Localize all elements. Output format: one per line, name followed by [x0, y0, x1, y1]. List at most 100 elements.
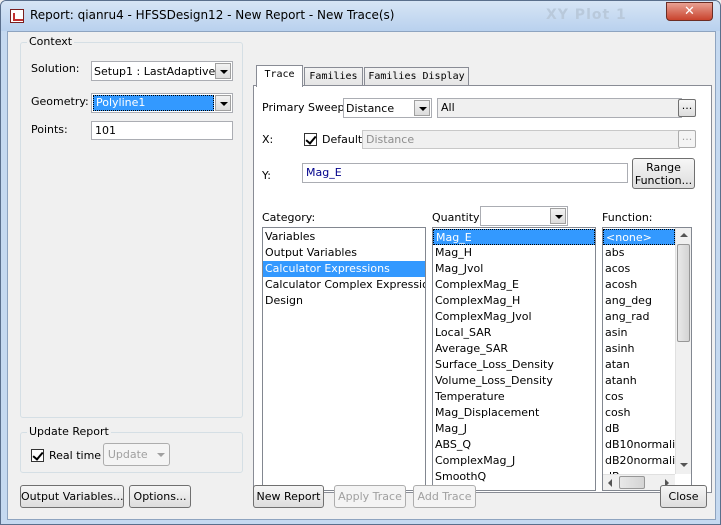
- geometry-value: Polyline1: [93, 95, 214, 111]
- tab-trace[interactable]: Trace: [256, 65, 303, 87]
- horizontal-scrollbar-thumb[interactable]: [619, 476, 645, 489]
- quantity-list-item[interactable]: Surface_Loss_Density: [433, 357, 595, 373]
- chevron-down-icon[interactable]: [550, 208, 566, 224]
- category-items: Variables Output Variables Calculator Expr…: [263, 229, 425, 309]
- primary-sweep-ellipsis-button[interactable]: ...: [678, 99, 696, 117]
- function-list-item[interactable]: asinh: [603, 341, 675, 357]
- window-close-button[interactable]: ✕: [666, 2, 713, 21]
- function-list-item[interactable]: atan: [603, 357, 675, 373]
- function-list-item[interactable]: acosh: [603, 277, 675, 293]
- quantity-list-item[interactable]: Mag_J: [433, 421, 595, 437]
- realtime-label: Real time: [49, 449, 102, 462]
- solution-label: Solution:: [31, 62, 80, 75]
- function-list-item[interactable]: ang_deg: [603, 293, 675, 309]
- quantity-list[interactable]: Mag_E Mag_H Mag_Jvol ComplexMag_E ComplexMag…: [432, 227, 596, 491]
- x-label: X:: [262, 133, 274, 146]
- function-list-item[interactable]: cosh: [603, 405, 675, 421]
- scrollbar-thumb[interactable]: [677, 244, 690, 342]
- scroll-left-icon[interactable]: [603, 475, 618, 490]
- output-variables-label: Output Variables...: [21, 490, 124, 503]
- function-list-item[interactable]: dB: [603, 421, 675, 437]
- new-report-label: New Report: [256, 490, 321, 503]
- update-report-group-label: Update Report: [27, 425, 111, 438]
- chevron-down-icon[interactable]: [215, 95, 231, 111]
- y-expression-value: Mag_E: [306, 166, 342, 179]
- function-list-vertical-scrollbar[interactable]: [675, 228, 691, 474]
- function-list-item[interactable]: asin: [603, 325, 675, 341]
- quantity-list-item[interactable]: Local_SAR: [433, 325, 595, 341]
- quantity-list-item[interactable]: ComplexMag_J: [433, 453, 595, 469]
- update-button[interactable]: Update: [103, 443, 170, 466]
- function-list-item[interactable]: acos: [603, 261, 675, 277]
- apply-trace-label: Apply Trace: [338, 490, 402, 503]
- close-button[interactable]: Close: [660, 485, 707, 508]
- realtime-checkbox[interactable]: [31, 449, 44, 462]
- quantity-list-item[interactable]: Volume_Loss_Density: [433, 373, 595, 389]
- scroll-down-icon[interactable]: [676, 458, 691, 473]
- primary-sweep-value: Distance: [346, 102, 395, 115]
- function-list[interactable]: <none> abs acos acosh ang_deg ang_rad asin asin…: [602, 227, 692, 491]
- y-label: Y:: [262, 169, 271, 182]
- function-list-item[interactable]: atanh: [603, 373, 675, 389]
- category-list[interactable]: Variables Output Variables Calculator Expr…: [262, 227, 426, 491]
- tab-trace-label: Trace: [264, 69, 295, 80]
- x-default-label: Default: [322, 133, 363, 146]
- close-label: Close: [668, 490, 699, 503]
- function-list-item[interactable]: abs: [603, 245, 675, 261]
- solution-dropdown[interactable]: Setup1 : LastAdaptive: [91, 61, 233, 81]
- quantity-list-item[interactable]: Mag_H: [433, 245, 595, 261]
- range-function-label: Range Function...: [634, 161, 693, 187]
- quantity-list-item[interactable]: Temperature: [433, 389, 595, 405]
- quantity-list-item[interactable]: Mag_Jvol: [433, 261, 595, 277]
- tab-families-display[interactable]: Families Display: [364, 67, 469, 87]
- range-function-button[interactable]: Range Function...: [632, 158, 695, 189]
- trace-tab-panel: Primary Sweep: Distance All ... X: Defau…: [253, 85, 712, 493]
- points-label: Points:: [31, 123, 68, 136]
- chevron-down-icon[interactable]: [215, 63, 231, 79]
- background-window-title: XY Plot 1: [546, 7, 627, 23]
- primary-sweep-dropdown[interactable]: Distance: [343, 98, 432, 118]
- function-list-item[interactable]: ang_rad: [603, 309, 675, 325]
- points-input[interactable]: 101: [91, 121, 233, 140]
- quantity-list-item[interactable]: Average_SAR: [433, 341, 595, 357]
- quantity-list-item[interactable]: SmoothQ: [433, 469, 595, 485]
- chevron-down-icon: [157, 453, 166, 457]
- report-app-icon: [10, 9, 24, 23]
- quantity-list-item[interactable]: ABS_Q: [433, 437, 595, 453]
- function-list-item[interactable]: dB10normalize: [603, 437, 675, 453]
- quantity-list-item[interactable]: ComplexMag_H: [433, 293, 595, 309]
- dialog-client-area: Context Solution: Setup1 : LastAdaptive …: [7, 31, 716, 520]
- category-list-item[interactable]: Design: [263, 293, 425, 309]
- category-list-item[interactable]: Variables: [263, 229, 425, 245]
- solution-value: Setup1 : LastAdaptive: [94, 65, 216, 78]
- update-button-label: Update: [107, 448, 148, 461]
- primary-sweep-label: Primary Sweep:: [262, 101, 349, 114]
- output-variables-button[interactable]: Output Variables...: [20, 485, 124, 508]
- options-button[interactable]: Options...: [129, 485, 191, 508]
- quantity-list-item[interactable]: Mag_Displacement: [433, 405, 595, 421]
- context-group: Context Solution: Setup1 : LastAdaptive …: [20, 35, 243, 418]
- x-expression-field: Distance: [362, 130, 680, 149]
- function-list-item[interactable]: <none>: [603, 229, 675, 245]
- quantity-list-item[interactable]: Mag_E: [433, 229, 595, 245]
- quantity-list-item[interactable]: ComplexMag_Jvol: [433, 309, 595, 325]
- category-list-item[interactable]: Calculator Expressions: [263, 261, 425, 277]
- y-expression-input[interactable]: Mag_E: [302, 163, 628, 183]
- function-list-item[interactable]: cos: [603, 389, 675, 405]
- x-ellipsis-button: ...: [678, 130, 696, 148]
- chevron-down-icon[interactable]: [414, 100, 430, 116]
- tab-families-label: Families: [309, 71, 358, 82]
- function-list-item[interactable]: dB20normalize: [603, 453, 675, 469]
- primary-sweep-range-field[interactable]: All: [437, 98, 682, 118]
- x-default-checkbox[interactable]: [304, 133, 317, 146]
- geometry-dropdown[interactable]: Polyline1: [91, 93, 233, 113]
- category-list-item[interactable]: Output Variables: [263, 245, 425, 261]
- category-list-item[interactable]: Calculator Complex Expressions: [263, 277, 425, 293]
- quantity-filter-dropdown[interactable]: [480, 206, 568, 226]
- apply-trace-button: Apply Trace: [334, 485, 406, 508]
- scroll-up-icon[interactable]: [676, 228, 691, 243]
- tab-families[interactable]: Families: [304, 67, 363, 87]
- quantity-list-item[interactable]: ComplexMag_E: [433, 277, 595, 293]
- title-bar[interactable]: Report: qianru4 - HFSSDesign12 - New Rep…: [1, 1, 720, 31]
- new-report-button[interactable]: New Report: [253, 485, 324, 508]
